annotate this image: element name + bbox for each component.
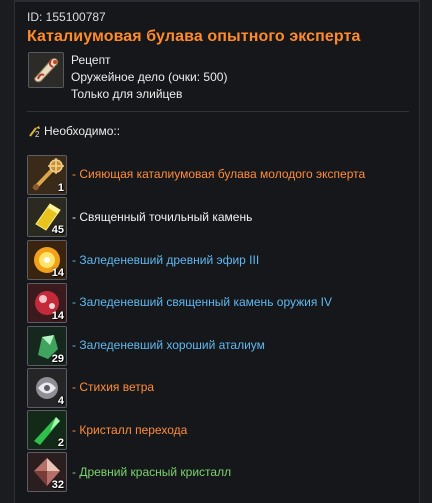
material-slot-1[interactable]: 1 bbox=[27, 155, 67, 195]
material-count: 2 bbox=[57, 437, 64, 449]
material-slot-2[interactable]: 45 bbox=[27, 197, 67, 237]
material-count: 14 bbox=[51, 310, 64, 322]
item-title: Каталиумовая булава опытного эксперта bbox=[27, 28, 361, 45]
material-count: 29 bbox=[51, 353, 64, 365]
item-id: ID: 155100787 bbox=[27, 10, 106, 24]
recipe-info: Рецепт Оружейное дело (очки: 500) Только… bbox=[71, 52, 227, 103]
material-slot-7[interactable]: 2 bbox=[27, 410, 67, 450]
profession-line: Оружейное дело (очки: 500) bbox=[71, 70, 228, 84]
tooltip-top-border bbox=[14, 0, 420, 2]
required-marker-icon: 2 bbox=[29, 126, 40, 138]
material-count: 45 bbox=[51, 224, 64, 236]
material-name[interactable]: - Древний красный кристалл bbox=[72, 465, 231, 479]
requirements-header: 2 Необходимо:: bbox=[28, 124, 120, 138]
recipe-label: Рецепт bbox=[71, 53, 111, 67]
material-count: 14 bbox=[51, 267, 64, 279]
material-slot-3[interactable]: 14 bbox=[27, 240, 67, 280]
svg-text:2: 2 bbox=[35, 130, 40, 138]
material-slot-6[interactable]: 4 bbox=[27, 368, 67, 408]
material-count: 1 bbox=[57, 182, 64, 194]
section-divider bbox=[27, 111, 409, 112]
material-count: 4 bbox=[57, 395, 64, 407]
race-restriction: Только для элийцев bbox=[71, 87, 183, 101]
material-slot-4[interactable]: 14 bbox=[27, 283, 67, 323]
material-name[interactable]: - Кристалл перехода bbox=[72, 423, 187, 437]
material-name[interactable]: - Заледеневший хороший аталиум bbox=[72, 338, 265, 352]
material-name[interactable]: - Заледеневший древний эфир III bbox=[72, 253, 259, 267]
recipe-scroll-icon bbox=[28, 52, 64, 88]
material-name[interactable]: - Сияющая каталиумовая булава молодого э… bbox=[72, 167, 365, 181]
material-name[interactable]: - Заледеневший священный камень оружия I… bbox=[72, 295, 332, 309]
material-name[interactable]: - Священный точильный камень bbox=[72, 210, 252, 224]
material-name[interactable]: - Стихия ветра bbox=[72, 380, 154, 394]
material-slot-5[interactable]: 29 bbox=[27, 326, 67, 366]
requirements-header-label: Необходимо:: bbox=[44, 124, 121, 138]
material-slot-8[interactable]: 32 bbox=[27, 452, 67, 492]
material-count: 32 bbox=[51, 479, 64, 491]
